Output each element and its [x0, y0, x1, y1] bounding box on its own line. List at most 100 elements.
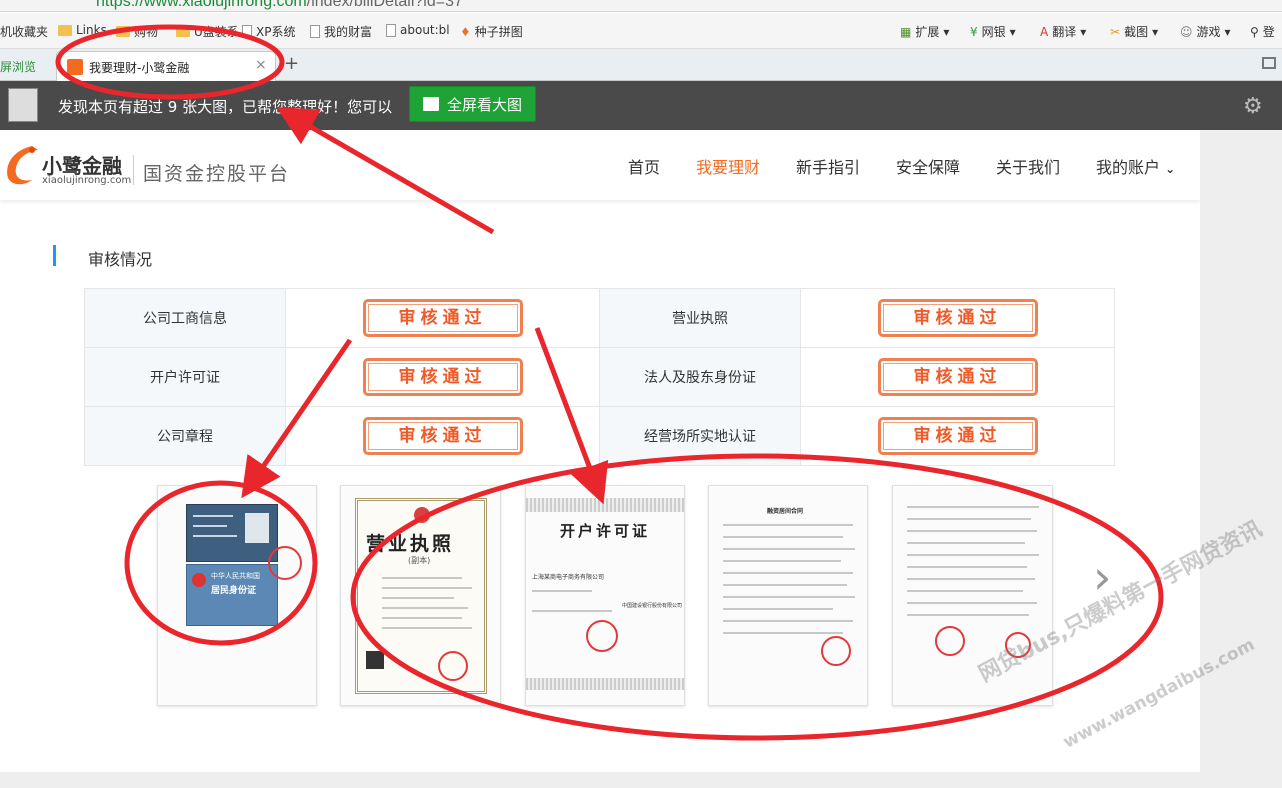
audit-label: 公司工商信息 [84, 288, 286, 348]
nav-guide[interactable]: 新手指引 [796, 154, 860, 178]
approved-stamp: 审核通过 [877, 358, 1038, 396]
audit-label: 法人及股东身份证 [599, 347, 801, 407]
bookmarks-bar: 机收藏夹 Links 购物 U盘装系 XP系统 我的财富 about:bl ♦ 种… [0, 13, 1282, 49]
license-subtitle: (副本) [408, 556, 431, 565]
thumbnail-contract-1[interactable]: 融资居间合同 [708, 485, 868, 706]
gear-icon[interactable]: ⚙ [1243, 94, 1263, 119]
approved-stamp: 审核通过 [877, 299, 1038, 337]
toolbar-login[interactable]: ⚲ 登 [1250, 23, 1275, 40]
folder-icon [176, 26, 190, 37]
bookmark-shopping[interactable]: 购物 [116, 23, 158, 40]
nav-home[interactable]: 首页 [628, 154, 660, 178]
fullscreen-view-label: 全屏看大图 [446, 95, 522, 114]
flame-icon: ♦ [460, 24, 471, 39]
toolbar-screenshot[interactable]: ✂ 截图 ▾ [1110, 23, 1158, 40]
audit-label: 营业执照 [599, 288, 801, 348]
image-finder-bar: 发现本页有超过 9 张大图，已帮您整理好！您可以 全屏看大图 ⚙ [0, 81, 1282, 130]
text-line [723, 536, 843, 538]
id-card-subheading: 居民身份证 [211, 586, 257, 596]
fullscreen-browse-link[interactable]: 屏浏览 [0, 58, 36, 75]
page-icon [310, 25, 320, 38]
logo-divider [133, 155, 134, 185]
text-line [907, 518, 1031, 520]
audit-table: 公司工商信息 审核通过 营业执照 审核通过 开户许可证 审核通过 法人及股东身份… [84, 288, 1115, 466]
text-line [193, 535, 237, 537]
text-line [907, 602, 1037, 604]
approved-stamp: 审核通过 [362, 358, 523, 396]
chevron-down-icon: ⌄ [1165, 162, 1176, 176]
close-icon[interactable]: × [255, 57, 267, 73]
text-line [723, 620, 853, 622]
bookmark-xp[interactable]: XP系统 [242, 23, 295, 40]
url-bar[interactable]: https://www.xiaolujinrong.com/index/bill… [0, 0, 1282, 12]
site-favicon-icon [67, 59, 83, 75]
tab-bar: 屏浏览 我要理财-小鹭金融 × + [0, 49, 1282, 81]
text-line [723, 608, 833, 610]
text-line [193, 525, 227, 527]
audit-label: 经营场所实地认证 [599, 406, 801, 466]
bookmark-usb[interactable]: U盘装系 [176, 23, 239, 40]
search-icon: ⚲ [1250, 24, 1259, 39]
nav-about[interactable]: 关于我们 [996, 154, 1060, 178]
license-title: 营业执照 [366, 533, 455, 555]
id-photo [245, 513, 269, 543]
thumbnail-account-permit[interactable]: 开户许可证 上海某商电子商务有限公司 中国建设银行股份有限公司 [525, 485, 685, 706]
scissors-icon: ✂ [1110, 24, 1121, 39]
text-line [723, 596, 855, 598]
thumbnail-id-card[interactable]: 中华人民共和国 居民身份证 [157, 485, 317, 706]
table-row: 公司工商信息 审核通过 营业执照 审核通过 [84, 288, 1115, 348]
text-line [907, 554, 1039, 556]
thumbnail-preview-icon [8, 88, 38, 122]
approved-stamp: 审核通过 [877, 417, 1038, 455]
nav-account[interactable]: 我的账户 ⌄ [1096, 154, 1175, 178]
section-accent-bar [53, 245, 56, 266]
text-line [382, 577, 462, 579]
section-title: 审核情况 [88, 250, 153, 269]
seal-icon [586, 620, 618, 652]
permit-title: 开户许可证 [560, 522, 651, 540]
tab-title: 我要理财-小鹭金融 [89, 61, 190, 75]
nav-invest[interactable]: 我要理财 [696, 154, 760, 178]
text-line [382, 607, 468, 609]
bookmark-links[interactable]: Links [58, 23, 107, 37]
text-line [723, 548, 855, 550]
audit-status-cell: 审核通过 [800, 347, 1115, 407]
egret-logo-icon[interactable] [2, 142, 42, 188]
bookmark-puzzle[interactable]: ♦ 种子拼图 [460, 23, 523, 40]
toolbar-extensions[interactable]: ▦ 扩展 ▾ [900, 23, 949, 40]
bookmark-wealth[interactable]: 我的财富 [310, 23, 372, 40]
approved-stamp: 审核通过 [362, 417, 523, 455]
puzzle-icon: ▦ [900, 24, 912, 39]
seal-icon [268, 546, 302, 580]
toolbar-games[interactable]: ☺ 游戏 ▾ [1180, 23, 1231, 40]
text-line [907, 530, 1037, 532]
bookmark-about[interactable]: about:bl [386, 23, 450, 37]
fullscreen-view-button[interactable]: 全屏看大图 [409, 86, 536, 122]
thumbnail-business-license[interactable]: 营业执照 (副本) [340, 485, 501, 706]
table-row: 公司章程 审核通过 经营场所实地认证 审核通过 [84, 406, 1115, 466]
page-side-gutter [1200, 130, 1282, 788]
page-icon [242, 25, 252, 38]
window-restore-icon[interactable] [1262, 57, 1276, 69]
table-row: 开户许可证 审核通过 法人及股东身份证 审核通过 [84, 347, 1115, 407]
site-header: 小鹭金融 xiaolujinrong.com 国资金控股平台 首页 我要理财 新… [0, 130, 1200, 200]
image-icon [422, 97, 439, 111]
emblem-icon [192, 573, 206, 587]
toolbar-bank[interactable]: ¥ 网银 ▾ [970, 23, 1016, 40]
new-tab-button[interactable]: + [284, 53, 299, 74]
emblem-icon [414, 507, 430, 523]
image-finder-text: 发现本页有超过 9 张大图，已帮您整理好！您可以 [58, 98, 393, 116]
qr-code-icon [366, 651, 384, 669]
tab-active[interactable]: 我要理财-小鹭金融 × [56, 51, 276, 81]
bookmark-favorites[interactable]: 机收藏夹 [0, 23, 48, 40]
text-line [723, 572, 853, 574]
toolbar-translate[interactable]: A 翻译 ▾ [1040, 23, 1086, 40]
thumbnail-contract-2[interactable] [892, 485, 1053, 706]
seal-icon [935, 626, 965, 656]
contract-title: 融资居间合同 [767, 508, 804, 515]
audit-status-cell: 审核通过 [285, 406, 600, 466]
text-line [907, 542, 1025, 544]
text-line [382, 627, 472, 629]
nav-security[interactable]: 安全保障 [896, 154, 960, 178]
id-card-heading: 中华人民共和国 [211, 572, 260, 580]
